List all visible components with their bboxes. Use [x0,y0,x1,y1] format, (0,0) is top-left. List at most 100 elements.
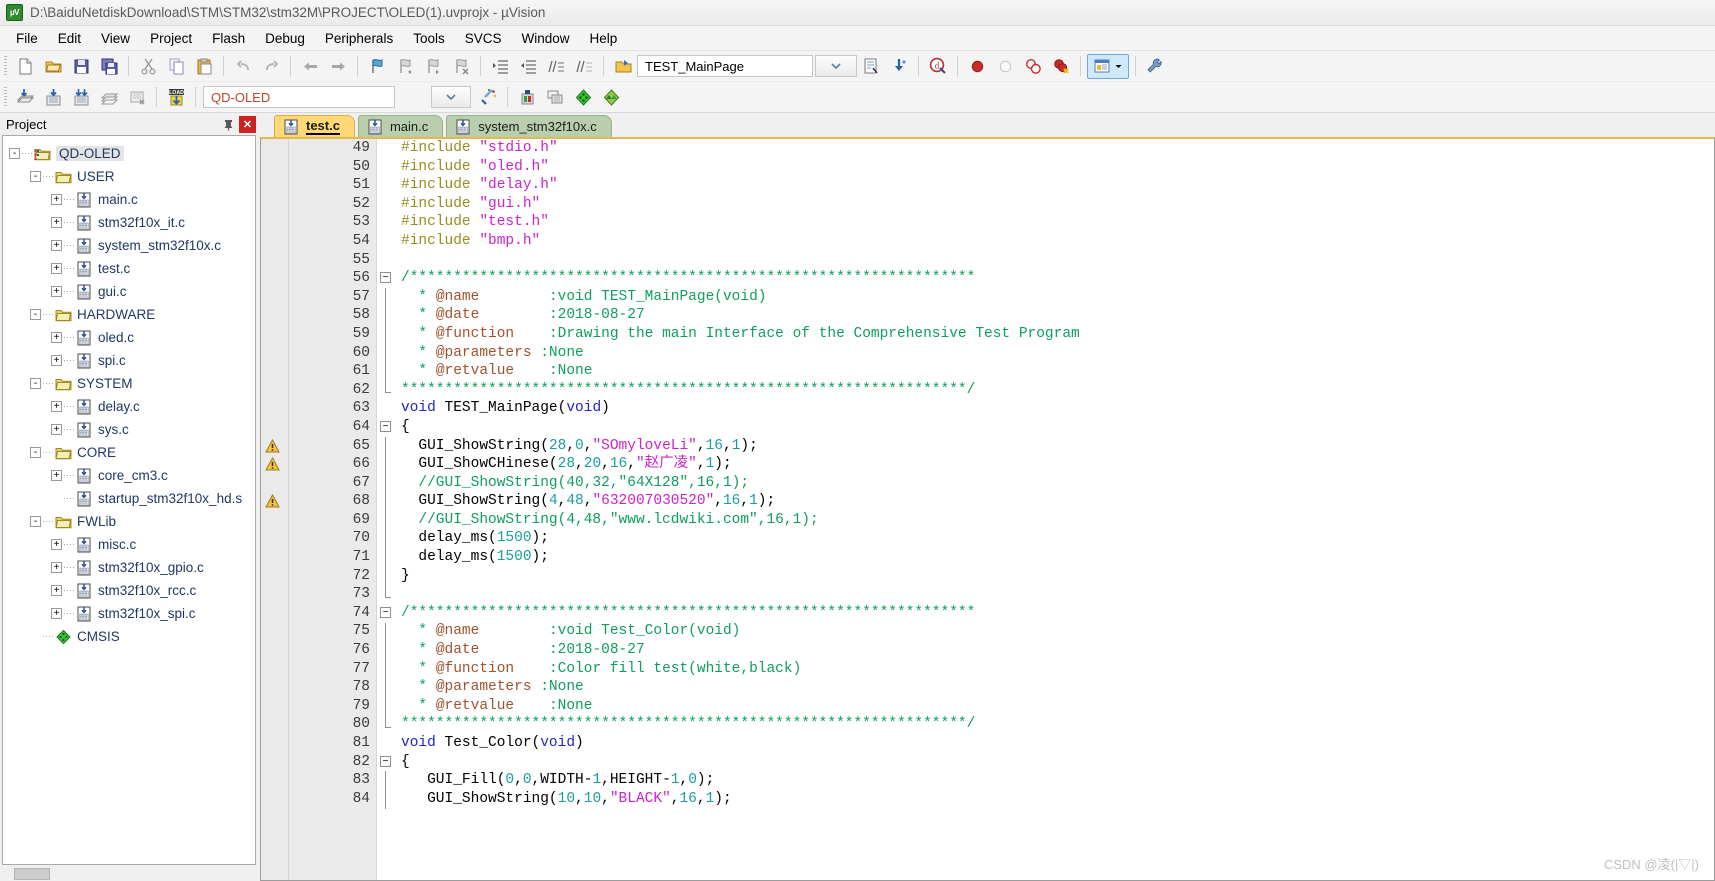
configure-toolbars-icon[interactable] [1142,54,1168,79]
expand-toggle-icon[interactable]: + [51,562,62,573]
collapse-toggle-icon[interactable]: - [9,148,20,159]
download-to-flash-icon[interactable]: LOAD [163,85,189,110]
tree-item-core[interactable]: - CORE [9,441,255,464]
tree-item-gui-c[interactable]: + gui.c [9,280,255,303]
fold-collapse-icon[interactable]: − [380,421,391,432]
fold-collapse-icon[interactable]: − [380,607,391,618]
editor-fold-column[interactable]: − − − − [377,139,395,880]
expand-toggle-icon[interactable]: + [51,401,62,412]
expand-toggle-icon[interactable]: + [51,539,62,550]
menu-item-window[interactable]: Window [511,29,579,48]
project-hscrollbar[interactable] [0,867,260,881]
navigate-back-icon[interactable] [297,54,323,79]
tree-item-main-c[interactable]: + main.c [9,188,255,211]
pack-installer-icon[interactable] [570,85,596,110]
collapse-toggle-icon[interactable]: - [30,516,41,527]
tree-item-system[interactable]: - SYSTEM [9,372,255,395]
save-all-icon[interactable] [96,54,122,79]
warning-icon[interactable] [265,494,280,508]
menu-item-svcs[interactable]: SVCS [455,29,512,48]
new-file-icon[interactable] [12,54,38,79]
menu-item-file[interactable]: File [6,29,48,48]
tree-item-delay-c[interactable]: + delay.c [9,395,255,418]
tree-item-cmsis[interactable]: CMSIS [9,625,255,648]
bookmark-next-icon[interactable] [420,54,446,79]
find-in-files-icon[interactable] [858,54,884,79]
expand-toggle-icon[interactable]: + [51,470,62,481]
copy-icon[interactable] [163,54,189,79]
tree-item-sys-c[interactable]: + sys.c [9,418,255,441]
tree-item-system-stm32f10x-c[interactable]: + system_stm32f10x.c [9,234,255,257]
stop-build-icon[interactable] [124,85,150,110]
expand-toggle-icon[interactable]: + [51,424,62,435]
project-window-icon[interactable] [1087,53,1129,79]
target-select[interactable]: QD-OLED [203,86,395,108]
toolbar-grip[interactable] [4,87,7,107]
indent-decrease-icon[interactable] [515,54,541,79]
rebuild-all-icon[interactable] [68,85,94,110]
menu-item-view[interactable]: View [91,29,140,48]
fold-collapse-icon[interactable]: − [380,272,391,284]
undo-icon[interactable] [230,54,256,79]
tree-item-spi-c[interactable]: + spi.c [9,349,255,372]
tree-item-qd-oled[interactable]: - QD-OLED [9,142,255,165]
fold-collapse-icon[interactable]: − [380,755,391,767]
save-icon[interactable] [68,54,94,79]
tree-item-stm32f10x-it-c[interactable]: + stm32f10x_it.c [9,211,255,234]
function-nav-combo[interactable]: TEST_MainPage [637,55,813,77]
project-hscroll-thumb[interactable] [14,868,50,880]
multi-project-icon[interactable] [542,85,568,110]
menu-item-peripherals[interactable]: Peripherals [315,29,403,48]
collapse-toggle-icon[interactable]: - [30,171,41,182]
expand-toggle-icon[interactable]: + [51,240,62,251]
expand-toggle-icon[interactable]: + [51,194,62,205]
menu-item-edit[interactable]: Edit [48,29,91,48]
build-target-icon[interactable] [40,85,66,110]
warning-icon[interactable] [265,438,280,453]
menu-item-tools[interactable]: Tools [403,29,455,48]
tree-item-misc-c[interactable]: + misc.c [9,533,255,556]
toolbar-grip[interactable] [4,56,7,76]
menu-item-help[interactable]: Help [580,29,628,48]
expand-toggle-icon[interactable]: + [51,608,62,619]
expand-toggle-icon[interactable]: + [51,263,62,274]
function-nav-dropdown[interactable] [815,55,857,77]
uncomment-lines-icon[interactable] [571,54,597,79]
kill-all-breakpoints-icon[interactable] [1048,54,1074,79]
disable-all-breakpoints-icon[interactable] [1020,54,1046,79]
code-editor[interactable]: 49 50 51 52 53 54 55 56 57 58 59 60 61 62 63 64 65 66 67 68… [260,137,1715,881]
insert-snippet-icon[interactable] [886,54,912,79]
expand-toggle-icon[interactable]: + [51,217,62,228]
target-select-dropdown[interactable] [431,86,471,108]
comment-lines-icon[interactable] [543,54,569,79]
menu-item-flash[interactable]: Flash [202,29,255,48]
editor-text[interactable]: #include "stdio.h" #include "oled.h" #incl… [395,139,1714,880]
insert-breakpoint-icon[interactable] [964,54,990,79]
menu-item-project[interactable]: Project [140,29,202,48]
project-tree-container[interactable]: - QD-OLED - USER + main.c + stm32f10x_it.c + syst… [2,135,256,865]
target-options-icon[interactable] [475,85,501,110]
cut-icon[interactable] [135,54,161,79]
batch-build-icon[interactable] [96,85,122,110]
tree-item-stm32f10x-gpio-c[interactable]: + stm32f10x_gpio.c [9,556,255,579]
expand-toggle-icon[interactable]: + [51,286,62,297]
bookmark-clear-icon[interactable] [448,54,474,79]
pack-installer-alt-icon[interactable] [598,85,624,110]
close-icon[interactable]: ✕ [239,115,256,133]
tree-item-user[interactable]: - USER [9,165,255,188]
menu-item-debug[interactable]: Debug [255,29,315,48]
tree-item-oled-c[interactable]: + oled.c [9,326,255,349]
editor-tab-main-c[interactable]: main.c [357,115,444,137]
tree-item-startup-stm32f10x-hd-s[interactable]: startup_stm32f10x_hd.s [9,487,255,510]
bookmark-prev-icon[interactable] [392,54,418,79]
expand-toggle-icon[interactable]: + [51,355,62,366]
manage-project-items-icon[interactable] [514,85,540,110]
redo-icon[interactable] [258,54,284,79]
collapse-toggle-icon[interactable]: - [30,378,41,389]
editor-tab-test-c[interactable]: test.c [274,115,355,137]
bookmark-toggle-icon[interactable] [364,54,390,79]
expand-toggle-icon[interactable]: + [51,585,62,596]
editor-tab-system-stm32f10x-c[interactable]: system_stm32f10x.c [446,115,612,137]
start-debug-session-icon[interactable]: d [925,54,951,79]
tree-item-hardware[interactable]: - HARDWARE [9,303,255,326]
